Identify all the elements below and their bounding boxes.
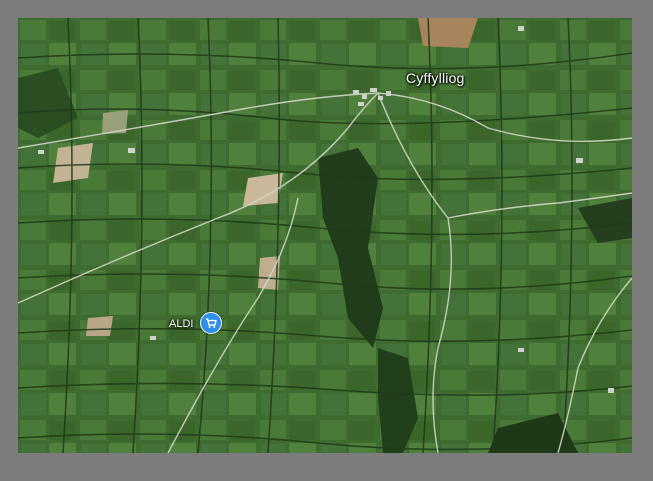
satellite-imagery	[18, 18, 632, 453]
bare-field	[86, 316, 113, 336]
place-label[interactable]: Cyffylliog	[406, 70, 465, 86]
field-texture	[18, 18, 632, 453]
bare-field	[53, 143, 93, 183]
bare-field	[418, 18, 478, 48]
poi-label[interactable]: ALDI	[169, 318, 193, 330]
shopping-cart-icon	[206, 318, 217, 328]
satellite-map[interactable]: Cyffylliog ALDI	[18, 18, 632, 453]
screenshot-frame: Cyffylliog ALDI	[0, 0, 653, 481]
poi-pin[interactable]	[200, 312, 222, 334]
